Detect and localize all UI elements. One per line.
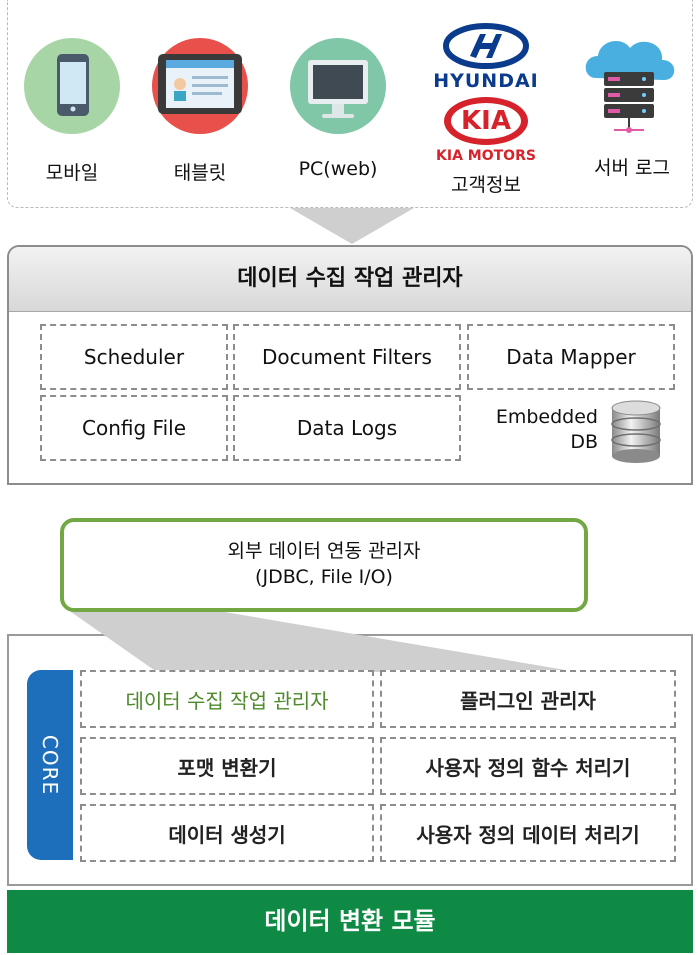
tablet-icon [152, 38, 248, 134]
core-item-data-generator: 데이터 생성기 [80, 804, 374, 862]
kia-logo-text: KIA [461, 106, 511, 136]
source-label-server-log: 서버 로그 [594, 157, 670, 179]
core-item-user-function: 사용자 정의 함수 처리기 [380, 737, 676, 795]
config-file-box: Config File [40, 395, 228, 461]
source-label-customer: 고객정보 [451, 174, 521, 196]
data-mapper-box: Data Mapper [467, 324, 675, 390]
connector-wedge [71, 612, 577, 672]
core-tab-label-wrap: CORE [27, 670, 73, 860]
core-tab-label: CORE [38, 734, 62, 796]
source-label-mobile: 모바일 [45, 162, 99, 184]
core-item-collect-job: 데이터 수집 작업 관리자 [80, 670, 374, 728]
external-data-manager: 외부 데이터 연동 관리자 (JDBC, File I/O) [60, 518, 588, 612]
data-conversion-module-bar: 데이터 변환 모듈 [7, 890, 693, 953]
monitor-icon [290, 38, 386, 134]
hyundai-kia-logo: HYUNDAI KIA KIA MOTORS [430, 18, 542, 168]
data-logs-box: Data Logs [233, 395, 461, 461]
core-item-user-data: 사용자 정의 데이터 처리기 [380, 804, 676, 862]
job-manager-title: 데이터 수집 작업 관리자 [9, 247, 691, 312]
hyundai-logo-text: HYUNDAI [433, 70, 539, 92]
document-filters-box: Document Filters [233, 324, 461, 390]
database-icon [606, 398, 666, 466]
kia-motors-logo-text: KIA MOTORS [436, 148, 536, 164]
external-manager-title: 외부 데이터 연동 관리자 [227, 540, 421, 563]
flow-arrow-down [290, 208, 414, 244]
source-label-pc: PC(web) [298, 158, 378, 180]
source-label-tablet: 태블릿 [173, 162, 227, 184]
scheduler-box: Scheduler [40, 324, 228, 390]
external-manager-subtitle: (JDBC, File I/O) [255, 566, 393, 588]
mobile-phone-icon [24, 38, 120, 134]
core-item-format-converter: 포맷 변환기 [80, 737, 374, 795]
core-item-plugin: 플러그인 관리자 [380, 670, 676, 728]
cloud-server-icon [578, 30, 682, 140]
embedded-db-label: Embedded DB [495, 406, 598, 453]
